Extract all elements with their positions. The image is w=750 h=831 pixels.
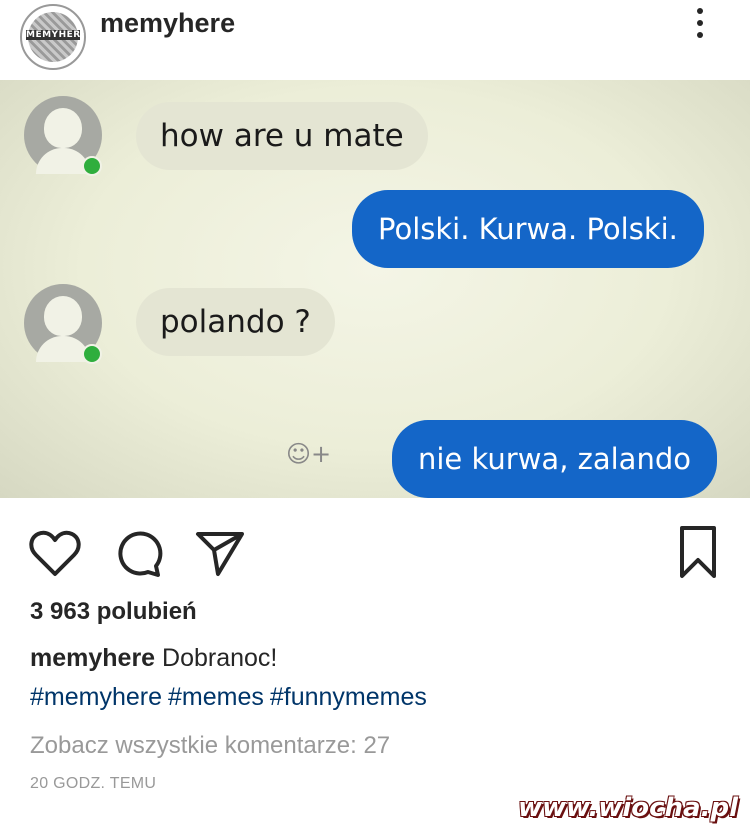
post-image: how are u mate Polski. Kurwa. Polski. po… [0, 80, 750, 498]
post-username[interactable]: memyhere [100, 8, 235, 39]
hashtag-link[interactable]: #funnymemes [270, 683, 427, 711]
action-bar [0, 510, 750, 590]
message-bubble-incoming: polando ? [136, 288, 335, 356]
message-bubble-outgoing: Polski. Kurwa. Polski. [352, 190, 704, 268]
message-bubble-incoming: how are u mate [136, 102, 428, 170]
bookmark-icon[interactable] [678, 524, 718, 580]
view-comments-link[interactable]: Zobacz wszystkie komentarze: 27 [30, 732, 390, 760]
hashtag-link[interactable]: #memyhere [30, 683, 162, 711]
avatar[interactable]: MEMYHERE [20, 4, 86, 70]
avatar-label: MEMYHERE [26, 30, 86, 40]
heart-icon[interactable] [28, 530, 82, 578]
post-timestamp: 20 GODZ. TEMU [30, 775, 157, 792]
caption-text: Dobranoc! [155, 644, 278, 672]
caption-username[interactable]: memyhere [30, 644, 155, 672]
comment-icon[interactable] [114, 528, 164, 578]
chat-avatar-icon [24, 284, 102, 364]
post-header: MEMYHERE memyhere [0, 0, 750, 80]
likes-count[interactable]: 3 963 polubień [30, 598, 197, 626]
watermark: www.wiocha.pl [518, 793, 738, 823]
emoji-add-icon: ☺+ [286, 440, 332, 468]
more-icon[interactable] [694, 8, 706, 44]
message-bubble-outgoing: nie kurwa, zalando [392, 420, 717, 498]
hashtags: #memyhere #memes #funnymemes [30, 683, 433, 712]
caption: memyhere Dobranoc! [30, 644, 277, 673]
share-icon[interactable] [194, 528, 246, 578]
hashtag-link[interactable]: #memes [168, 683, 264, 711]
chat-avatar-icon [24, 96, 102, 176]
